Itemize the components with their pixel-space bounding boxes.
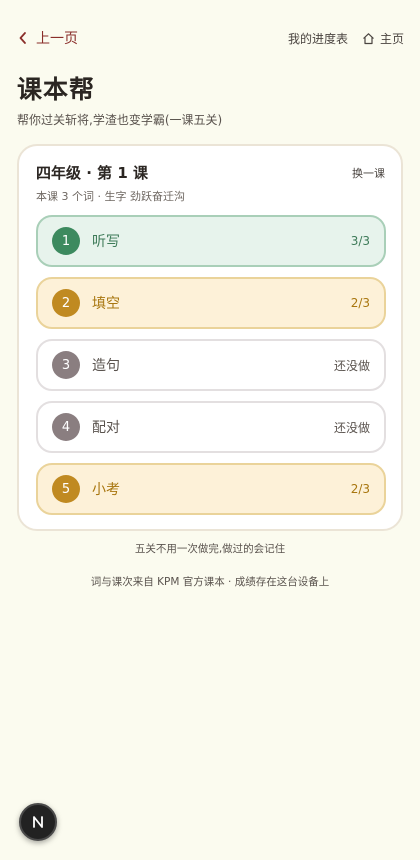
home-label: 主页	[379, 31, 404, 46]
step-number: 5	[52, 475, 80, 503]
progress-note: 五关不用一次做完,做过的会记住	[134, 543, 286, 555]
step-label: 配对	[92, 420, 120, 436]
step-status: 2/3	[350, 296, 370, 310]
top-nav: 上一页 我的进度表 主页	[18, 28, 404, 48]
step-number: 3	[52, 351, 80, 379]
lesson-info: 本课 3 个词 · 生字 劲跃奋迁沟	[36, 190, 185, 203]
step-label: 听写	[92, 234, 120, 250]
step-matching[interactable]: 4 配对 还没做	[36, 401, 386, 453]
back-link[interactable]: 上一页	[18, 28, 78, 48]
home-link[interactable]: 主页	[362, 30, 404, 47]
lesson-card: 四年级 · 第 1 课 换一课 本课 3 个词 · 生字 劲跃奋迁沟 1 听写 …	[17, 144, 403, 531]
source-note: 词与课次来自 KPM 官方课本 · 成绩存在这台设备上	[90, 576, 330, 588]
lesson-title: 四年级 · 第 1 课	[36, 164, 149, 182]
step-status: 2/3	[350, 482, 370, 496]
home-icon	[363, 32, 374, 44]
step-status: 还没做	[333, 358, 370, 373]
page-title: 课本帮	[17, 75, 96, 104]
step-number: 1	[52, 227, 80, 255]
chevron-left-icon	[19, 32, 26, 44]
step-number: 2	[52, 289, 80, 317]
page-subtitle: 帮你过关斩将,学渣也变学霸(一课五关)	[17, 113, 223, 127]
step-sentence[interactable]: 3 造句 还没做	[36, 339, 386, 391]
dev-tools-button[interactable]	[19, 803, 57, 841]
step-label: 小考	[92, 482, 120, 498]
step-quiz[interactable]: 5 小考 2/3	[36, 463, 386, 515]
step-label: 造句	[92, 358, 120, 374]
nav-right: 我的进度表 主页	[288, 30, 404, 47]
step-status: 还没做	[333, 420, 370, 435]
n-logo-icon	[33, 816, 43, 828]
step-label: 填空	[92, 296, 120, 312]
step-number: 4	[52, 413, 80, 441]
step-status: 3/3	[350, 234, 370, 248]
back-label: 上一页	[36, 31, 78, 47]
card-header: 四年级 · 第 1 课 换一课	[36, 162, 385, 183]
step-dictation[interactable]: 1 听写 3/3	[36, 215, 386, 267]
progress-link[interactable]: 我的进度表	[288, 30, 348, 47]
step-fill-blank[interactable]: 2 填空 2/3	[36, 277, 386, 329]
switch-lesson-button[interactable]: 换一课	[352, 165, 385, 181]
